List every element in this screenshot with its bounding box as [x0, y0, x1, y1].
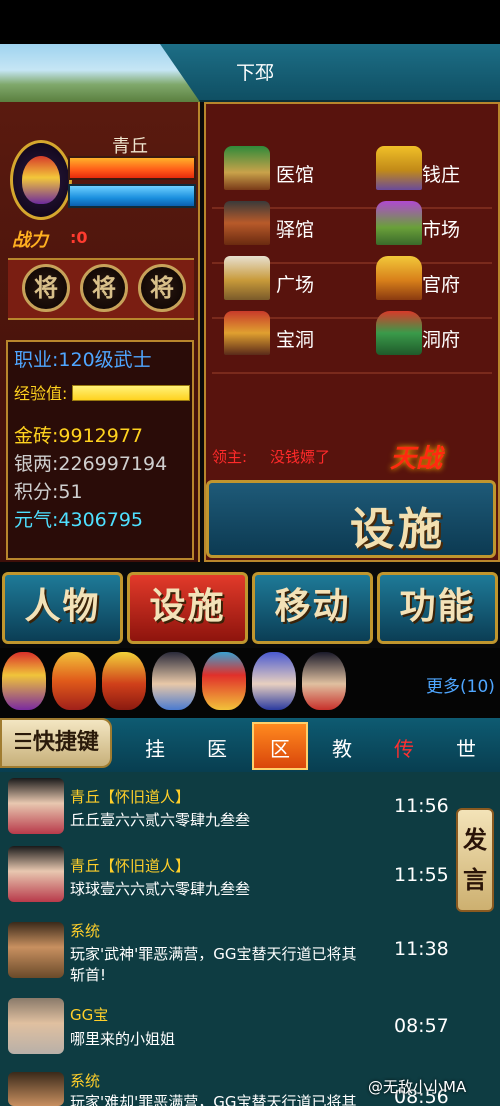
facility-square[interactable]: 广场 — [276, 270, 314, 297]
gold-brick-stat: 金砖:9912977 — [14, 425, 144, 447]
general-portrait-icon[interactable] — [2, 652, 46, 710]
power-label: 战力 — [12, 230, 48, 251]
menu-facility-button[interactable]: 设施 — [127, 572, 248, 644]
tab-region[interactable]: 区 — [260, 733, 300, 762]
facility-big-button-label: 设施 — [350, 504, 446, 555]
facility-market[interactable]: 市场 — [422, 215, 460, 242]
tab-sect[interactable]: 教 — [322, 733, 362, 762]
general-slot-2[interactable]: 将 — [80, 264, 128, 312]
chat-sender[interactable]: GG宝 — [70, 1004, 108, 1025]
chat-avatar[interactable] — [8, 1072, 64, 1106]
chat-avatar[interactable] — [8, 998, 64, 1054]
facility-bank[interactable]: 钱庄 — [422, 160, 460, 187]
tab-world[interactable]: 世 — [446, 733, 486, 762]
chat-avatar[interactable] — [8, 778, 64, 834]
exp-label: 经验值: — [14, 384, 68, 403]
hp-bar — [68, 156, 196, 180]
job-stat: 职业:120级武士 — [14, 349, 152, 371]
silver-stat: 银两:226997194 — [14, 453, 168, 475]
chat-sender[interactable]: 系统 — [70, 1070, 100, 1091]
chat-sender[interactable]: 青丘【怀旧道人】 — [70, 855, 190, 876]
tab-heal[interactable]: 医 — [197, 733, 237, 762]
mp-bar — [68, 184, 196, 208]
facility-clinic[interactable]: 医馆 — [276, 160, 314, 187]
chat-time: 11:55 — [394, 864, 449, 886]
facility-cave-residence[interactable]: 洞府 — [422, 325, 460, 352]
menu-character-button[interactable]: 人物 — [2, 572, 123, 644]
chat-time: 08:57 — [394, 1015, 449, 1037]
government-icon — [376, 256, 422, 300]
general-portrait-icon[interactable] — [52, 652, 96, 710]
status-strip — [0, 0, 500, 44]
facility-government[interactable]: 官府 — [422, 270, 460, 297]
chat-avatar[interactable] — [8, 922, 64, 978]
speak-button[interactable]: 发言 — [456, 808, 494, 912]
general-portrait-icon[interactable] — [202, 652, 246, 710]
location-title: 下邳 — [235, 62, 274, 84]
facility-divider — [212, 372, 492, 374]
quick-keys-label: ☰快捷键 — [0, 718, 112, 768]
general-portrait-icon[interactable] — [252, 652, 296, 710]
general-portrait-icon[interactable] — [102, 652, 146, 710]
general-portrait-icon[interactable] — [302, 652, 346, 710]
cave-residence-icon — [376, 311, 422, 355]
square-icon — [224, 256, 270, 300]
chat-message: 玩家'武神'罪恶满营，GG宝替天行道已将其斩首! — [70, 945, 357, 984]
menu-function-button[interactable]: 功能 — [377, 572, 498, 644]
market-icon — [376, 201, 422, 245]
general-portrait-icon[interactable] — [152, 652, 196, 710]
mask-portrait-icon — [22, 156, 60, 204]
more-generals-link[interactable]: 更多(10) — [426, 672, 495, 697]
bank-icon — [376, 146, 422, 190]
treasure-cave-icon — [224, 311, 270, 355]
owner-value: 没钱嫖了 — [270, 448, 331, 466]
vitality-stat: 元气:4306795 — [14, 509, 144, 531]
character-name: 青丘 — [112, 136, 148, 157]
clinic-icon — [224, 146, 270, 190]
points-stat: 积分:51 — [14, 481, 83, 503]
exp-bar — [72, 385, 190, 401]
tab-idle[interactable]: 挂 — [135, 733, 175, 762]
facility-inn[interactable]: 驿馆 — [276, 215, 314, 242]
chat-sender[interactable]: 系统 — [70, 920, 100, 941]
chat-message: 玩家'难却'罪恶满营，GG宝替天行道已将其斩 — [70, 1093, 357, 1106]
chat-sender[interactable]: 青丘【怀旧道人】 — [70, 786, 190, 807]
tab-whisper[interactable]: 传 — [384, 733, 424, 762]
general-slot-3[interactable]: 将 — [138, 264, 186, 312]
chat-message: 丘丘壹六六贰六零肆九叁叁 — [70, 811, 251, 829]
chat-message: 球球壹六六贰六零肆九叁叁 — [70, 880, 251, 898]
general-slot-1[interactable]: 将 — [22, 264, 70, 312]
power-value: :0 — [70, 228, 88, 247]
owner-label: 领主: — [212, 448, 248, 466]
facility-treasure-cave[interactable]: 宝洞 — [276, 325, 314, 352]
watermark: @无敌小小MA — [368, 1078, 467, 1096]
menu-move-button[interactable]: 移动 — [252, 572, 373, 644]
chat-message: 哪里来的小姐姐 — [70, 1030, 176, 1048]
chat-avatar[interactable] — [8, 846, 64, 902]
chat-time: 11:38 — [394, 938, 449, 960]
chat-time: 11:56 — [394, 795, 449, 817]
inn-icon — [224, 201, 270, 245]
battle-logo[interactable]: 天战 — [390, 438, 470, 478]
